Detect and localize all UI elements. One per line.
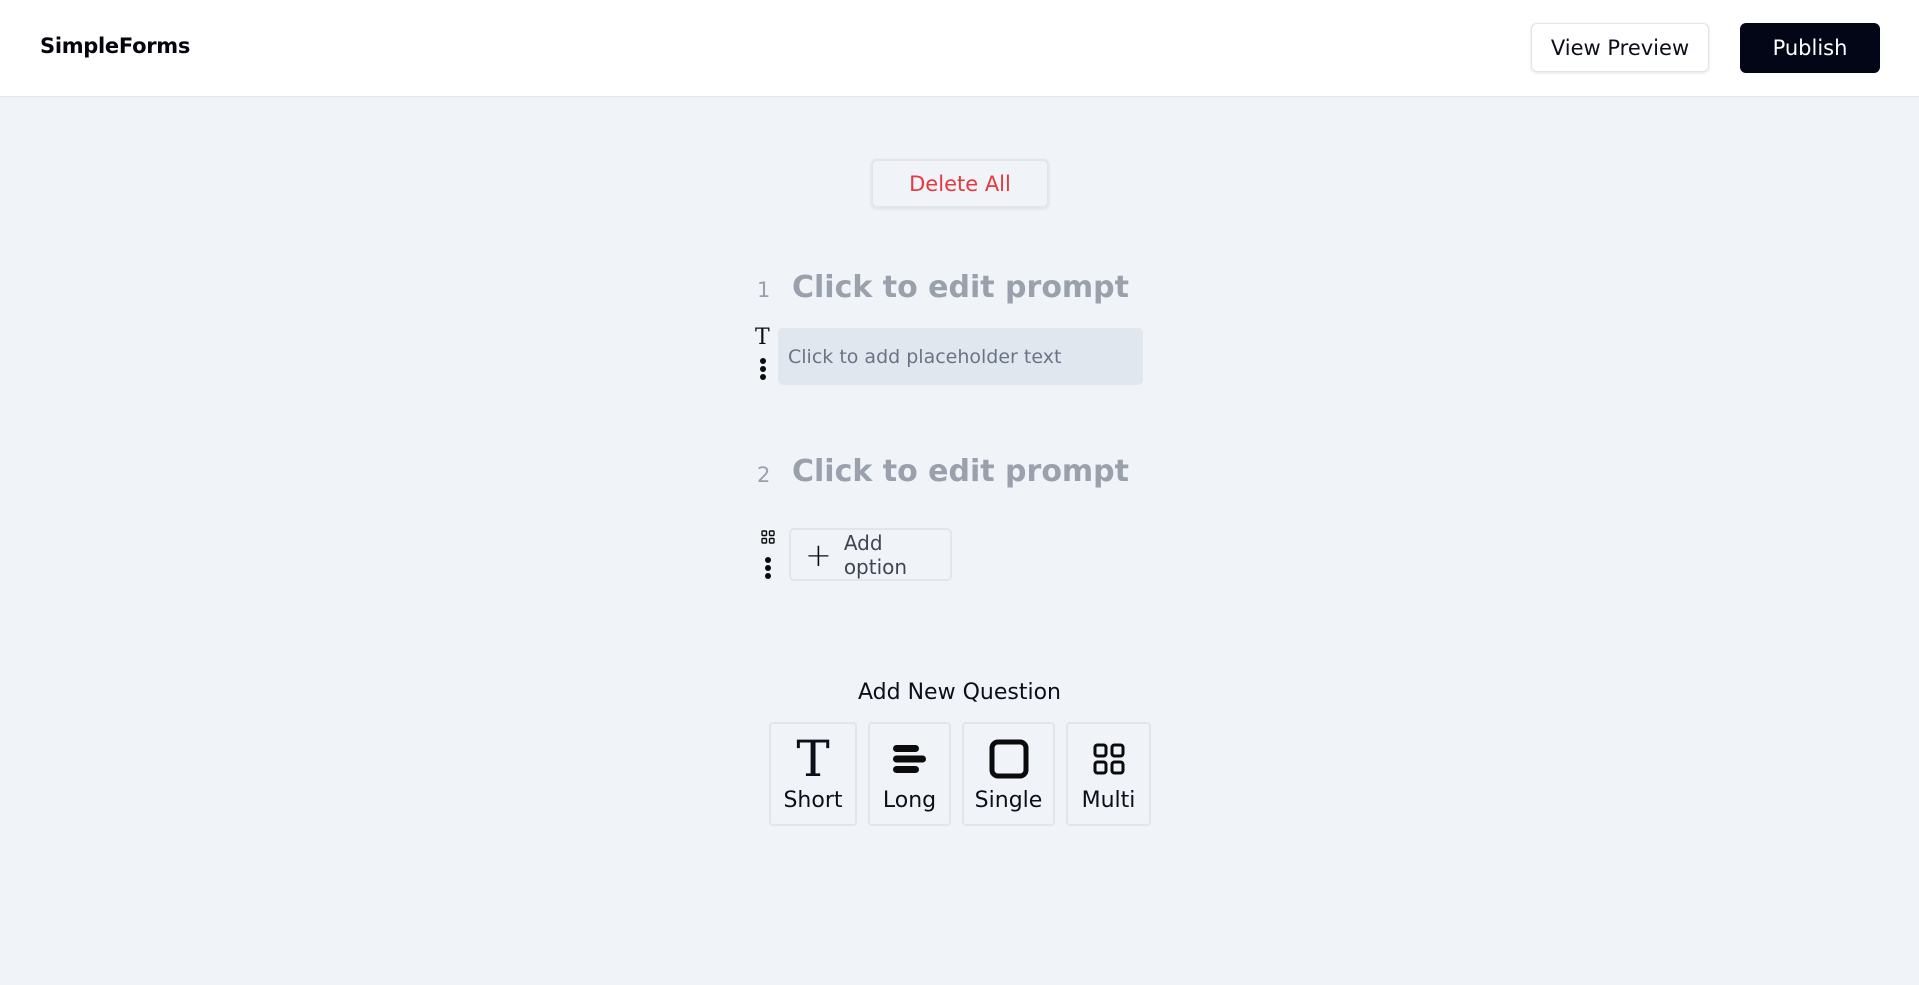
lines-icon (892, 734, 928, 784)
question-type-label: Short (783, 788, 843, 813)
question-number: 2 (757, 463, 771, 487)
add-question-title: Add New Question (858, 680, 1061, 705)
delete-all-button[interactable]: Delete All (871, 159, 1049, 208)
question-type-label: Single (974, 788, 1043, 813)
question-number: 1 (757, 278, 771, 302)
more-options-icon[interactable] (759, 358, 767, 380)
view-preview-button[interactable]: View Preview (1531, 23, 1709, 72)
app-logo: SimpleForms (40, 34, 191, 58)
add-option-button[interactable]: + Add option (789, 528, 952, 581)
more-options-icon[interactable] (764, 557, 772, 579)
grid-icon (761, 530, 775, 544)
add-option-label: Add option (843, 530, 908, 579)
question-type-label: Long (882, 788, 937, 813)
text-type-icon: T (796, 730, 830, 788)
text-type-icon: T (755, 325, 770, 350)
add-short-button[interactable]: T Short (769, 722, 857, 826)
add-long-button[interactable]: Long (868, 722, 951, 826)
question-type-picker: T Short Long Single Multi (769, 722, 1151, 826)
question-prompt[interactable]: Click to edit prompt (792, 454, 1129, 489)
plus-icon: + (805, 535, 832, 574)
grid-icon (1093, 734, 1125, 784)
add-multi-button[interactable]: Multi (1066, 722, 1151, 826)
square-icon (989, 734, 1029, 784)
placeholder-input[interactable]: Click to add placeholder text (778, 328, 1143, 385)
question-prompt[interactable]: Click to edit prompt (792, 270, 1129, 305)
publish-button[interactable]: Publish (1740, 23, 1880, 73)
add-single-button[interactable]: Single (962, 722, 1055, 826)
question-type-label: Multi (1081, 788, 1136, 813)
app-header: SimpleForms View Preview Publish (0, 0, 1919, 97)
